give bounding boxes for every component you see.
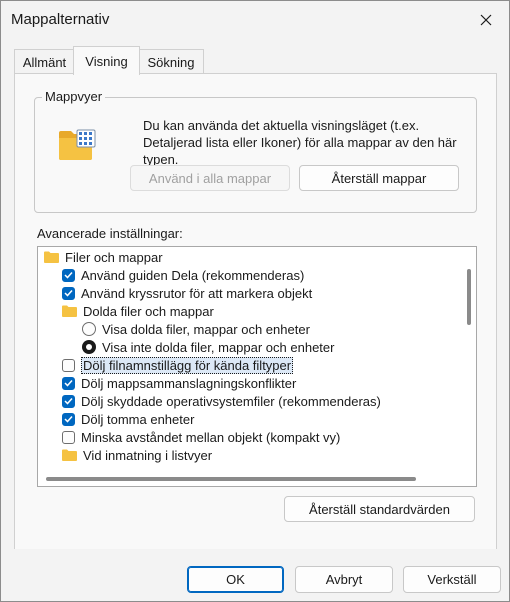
tab-allmant[interactable]: Allmänt [14, 49, 75, 74]
checkbox-unchecked[interactable] [62, 358, 75, 372]
radio-selected[interactable] [82, 340, 96, 354]
tree-item-label: Använd guiden Dela (rekommenderas) [81, 267, 305, 283]
tab-label: Visning [85, 53, 128, 69]
tree-item-label: Visa dolda filer, mappar och enheter [102, 321, 310, 337]
checkmark-icon [64, 271, 73, 279]
checkmark-icon [64, 397, 73, 405]
title-bar: Mappalternativ [1, 1, 509, 39]
checkbox-checked[interactable] [62, 394, 75, 408]
tree-item-label-selected: Dölj filnamnstillägg för kända filtyper [81, 356, 294, 374]
checkmark-icon [64, 379, 73, 387]
tab-visning[interactable]: Visning [73, 46, 140, 75]
close-button[interactable] [463, 1, 509, 39]
tree-folder-hidden-files: Dolda filer och mappar [62, 302, 214, 320]
tab-panel-visning: Mappvyer Du kan använda det aktuella vis… [14, 73, 497, 550]
tab-label: Allmänt [22, 54, 67, 70]
checkbox-checked[interactable] [62, 268, 75, 282]
checkbox-checked[interactable] [62, 376, 75, 390]
button-label: Avbryt [325, 572, 363, 587]
checkmark-icon [64, 415, 73, 423]
tree-folder-files-and-folders: Filer och mappar [44, 248, 163, 266]
tree-item-label: Vid inmatning i listvyer [83, 447, 213, 463]
tree-item-label: Dolda filer och mappar [83, 303, 214, 319]
restore-defaults-button[interactable]: Återställ standardvärden [284, 496, 475, 522]
tree-item-hide-hidden[interactable]: Visa inte dolda filer, mappar och enhete… [82, 338, 334, 356]
dialog-footer: OK Avbryt Verkställ [1, 549, 509, 601]
button-label: Återställ mappar [331, 170, 427, 186]
cancel-button[interactable]: Avbryt [295, 566, 393, 593]
checkmark-icon [64, 289, 73, 297]
folder-view-icon [59, 129, 96, 160]
tree-item-hide-empty-drives[interactable]: Dölj tomma enheter [62, 410, 194, 428]
folder-views-group: Mappvyer Du kan använda det aktuella vis… [34, 89, 477, 213]
tree-folder-typing-in-list-view: Vid inmatning i listvyer [62, 446, 212, 464]
button-label: Använd i alla mappar [148, 170, 272, 186]
folder-icon [62, 305, 77, 317]
close-icon [480, 14, 492, 26]
button-label: Verkställ [427, 572, 477, 587]
folder-views-description: Du kan använda det aktuella visningsläge… [143, 118, 457, 167]
dialog-window: Mappalternativ Allmänt Visning Sökning M… [0, 0, 510, 602]
tree-item-checkboxes-select[interactable]: Använd kryssrutor för att markera objekt [62, 284, 312, 302]
tab-sokning[interactable]: Sökning [138, 49, 204, 74]
checkbox-checked[interactable] [62, 412, 75, 426]
tree-item-label: Filer och mappar [65, 249, 163, 265]
tree-item-show-hidden[interactable]: Visa dolda filer, mappar och enheter [82, 320, 310, 338]
checkbox-unchecked[interactable] [62, 430, 75, 444]
tree-item-hide-merge-conflicts[interactable]: Dölj mappsammanslagningskonflikter [62, 374, 296, 392]
tree-item-sharing-wizard[interactable]: Använd guiden Dela (rekommenderas) [62, 266, 304, 284]
ok-button[interactable]: OK [187, 566, 284, 593]
tree-item-label: Visa inte dolda filer, mappar och enhete… [102, 339, 335, 355]
button-label: Återställ standardvärden [309, 501, 450, 517]
tree-item-hide-protected-os-files[interactable]: Dölj skyddade operativsystemfiler (rekom… [62, 392, 381, 410]
reset-folders-button[interactable]: Återställ mappar [299, 165, 459, 191]
folder-icon [62, 449, 77, 461]
tab-label: Sökning [147, 54, 195, 70]
button-label: OK [226, 572, 245, 587]
radio-unselected[interactable] [82, 322, 96, 336]
tree-item-compact-view[interactable]: Minska avståndet mellan objekt (kompakt … [62, 428, 340, 446]
tree-item-label: Minska avståndet mellan objekt (kompakt … [81, 429, 341, 445]
tree-item-hide-extensions[interactable]: Dölj filnamnstillägg för kända filtyper [62, 356, 294, 374]
window-title: Mappalternativ [11, 11, 110, 28]
tree-item-label: Använd kryssrutor för att markera objekt [81, 285, 313, 301]
advanced-settings-tree[interactable]: Filer och mappar Använd guiden Dela (rek… [37, 246, 477, 487]
horizontal-scrollbar[interactable] [46, 477, 416, 481]
tree-item-label: Dölj skyddade operativsystemfiler (rekom… [81, 393, 381, 409]
folder-icon [44, 251, 59, 263]
folder-views-legend: Mappvyer [42, 89, 106, 104]
checkbox-checked[interactable] [62, 286, 75, 300]
tree-item-label: Dölj tomma enheter [81, 411, 195, 427]
apply-to-all-folders-button[interactable]: Använd i alla mappar [130, 165, 290, 191]
vertical-scrollbar[interactable] [467, 269, 471, 325]
advanced-settings-label: Avancerade inställningar: [37, 226, 183, 241]
tree-item-label: Dölj mappsammanslagningskonflikter [81, 375, 297, 391]
apply-button[interactable]: Verkställ [403, 566, 501, 593]
